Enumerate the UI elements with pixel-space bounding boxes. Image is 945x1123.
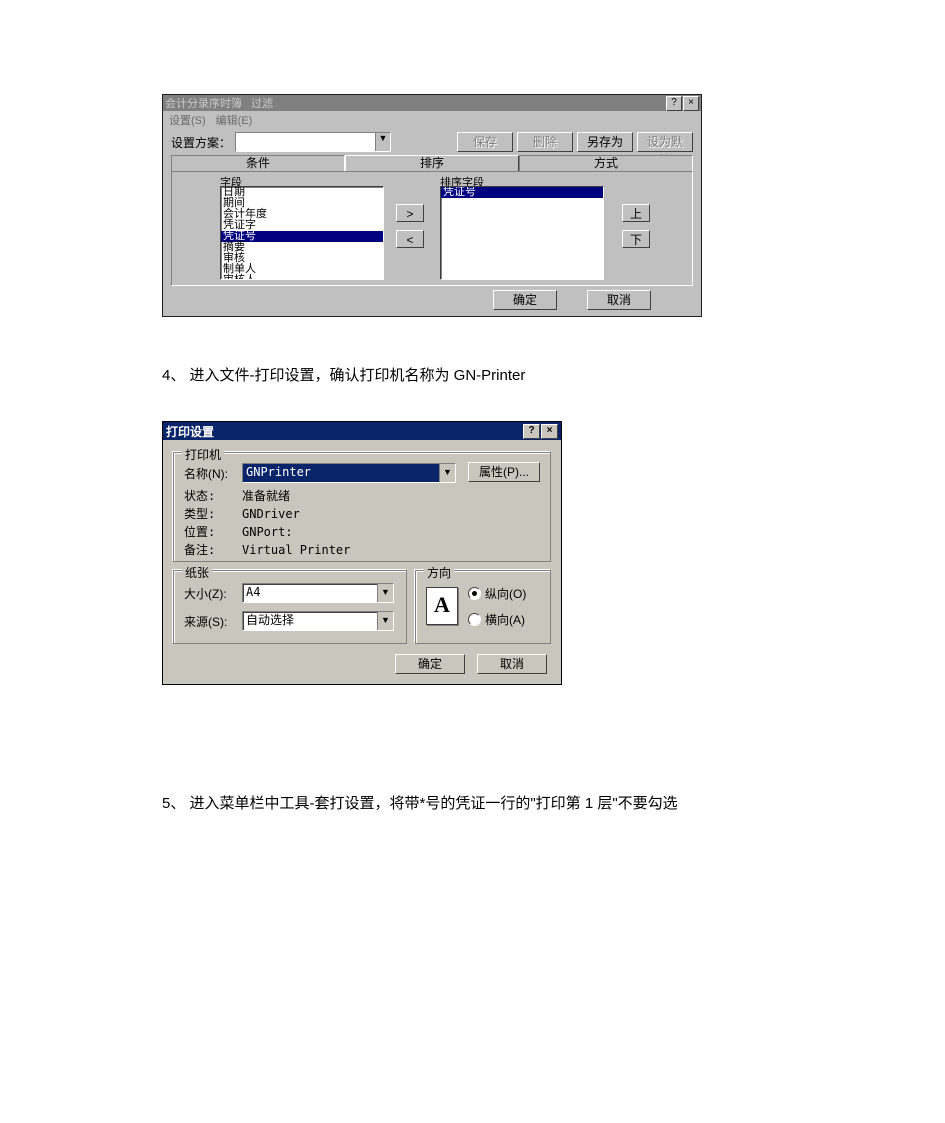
- paper-legend: 纸张: [182, 564, 212, 581]
- where-label: 位置:: [184, 523, 242, 540]
- close-icon[interactable]: ×: [541, 424, 558, 439]
- name-label: 名称(N):: [184, 465, 242, 482]
- comment-label: 备注:: [184, 541, 242, 558]
- help-icon[interactable]: ?: [523, 424, 540, 439]
- filter-dialog-button-row: 确定 取消: [163, 290, 701, 312]
- portrait-radio[interactable]: 纵向(O): [468, 585, 526, 602]
- paper-source-combo[interactable]: 自动选择 ▼: [242, 611, 394, 631]
- scheme-label: 设置方案：: [171, 134, 231, 151]
- move-down-button[interactable]: 下: [622, 230, 650, 248]
- list-item[interactable]: 凭证号: [441, 187, 603, 198]
- ok-button[interactable]: 确定: [493, 290, 557, 310]
- help-icon[interactable]: ?: [666, 96, 682, 111]
- scheme-row: 设置方案： ▼ 保存 删除 另存为 设为默认: [171, 131, 693, 153]
- scheme-combo[interactable]: ▼: [235, 132, 391, 152]
- landscape-radio[interactable]: 横向(A): [468, 611, 525, 628]
- list-item[interactable]: 摘要: [221, 242, 383, 253]
- tab-condition[interactable]: 条件: [171, 155, 345, 171]
- menu-edit[interactable]: 编辑(E): [216, 112, 253, 126]
- list-item[interactable]: 审核人: [221, 275, 383, 280]
- orientation-legend: 方向: [424, 564, 454, 581]
- sort-listbox[interactable]: 凭证号: [440, 186, 604, 280]
- landscape-label: 横向(A): [485, 611, 525, 628]
- list-item[interactable]: 日期: [221, 187, 383, 198]
- menu-settings[interactable]: 设置(S): [169, 112, 206, 126]
- paper-fieldset: 纸张 大小(Z): A4 ▼ 来源(S): 自动选择 ▼: [173, 570, 407, 644]
- saveas-button[interactable]: 另存为: [577, 132, 633, 152]
- comment-value: Virtual Printer: [242, 543, 350, 557]
- filter-dialog: 会计分录序时簿 过滤 ? × 设置(S) 编辑(E) 设置方案： ▼ 保存 删除…: [162, 94, 702, 317]
- tabs: 条件 排序 方式: [171, 155, 693, 171]
- scheme-combo-text: [236, 133, 375, 151]
- type-value: GNDriver: [242, 507, 300, 521]
- status-value: 准备就绪: [242, 487, 290, 504]
- printer-legend: 打印机: [182, 446, 224, 463]
- tab-mode[interactable]: 方式: [519, 155, 693, 171]
- cancel-button[interactable]: 取消: [477, 654, 547, 674]
- move-up-button[interactable]: 上: [622, 204, 650, 222]
- move-left-button[interactable]: <: [396, 230, 424, 248]
- close-icon[interactable]: ×: [683, 96, 699, 111]
- filter-dialog-titlebar[interactable]: 会计分录序时簿 过滤 ? ×: [163, 95, 701, 111]
- properties-button[interactable]: 属性(P)...: [468, 462, 540, 482]
- printer-fieldset: 打印机 名称(N): GNPrinter ▼ 属性(P)... 状态: 准备就绪…: [173, 452, 551, 562]
- radio-icon: [468, 587, 481, 600]
- status-label: 状态:: [184, 487, 242, 504]
- orientation-fieldset: 方向 A 纵向(O) 横向(A): [415, 570, 551, 644]
- delete-button[interactable]: 删除: [517, 132, 573, 152]
- radio-icon: [468, 613, 481, 626]
- sort-pane: 字段 排序字段 日期期间会计年度凭证字凭证号摘要审核制单人审核人过帐凭证所属组参…: [171, 171, 693, 286]
- step-5-text: 5、 进入菜单栏中工具-套打设置，将带*号的凭证一行的"打印第 1 层"不要勾选: [162, 792, 678, 813]
- chevron-down-icon[interactable]: ▼: [377, 584, 393, 602]
- printer-name-value: GNPrinter: [243, 464, 439, 482]
- source-label: 来源(S):: [184, 613, 242, 630]
- save-button[interactable]: 保存: [457, 132, 513, 152]
- list-item[interactable]: 凭证号: [221, 231, 383, 242]
- tab-sort[interactable]: 排序: [345, 155, 519, 171]
- print-settings-dialog: 打印设置 ? × 打印机 名称(N): GNPrinter ▼ 属性(P)...…: [162, 421, 562, 685]
- paper-source-value: 自动选择: [243, 612, 377, 630]
- move-right-button[interactable]: >: [396, 204, 424, 222]
- filter-dialog-menu: 设置(S) 编辑(E): [163, 111, 701, 127]
- orientation-icon: A: [426, 587, 458, 625]
- paper-size-value: A4: [243, 584, 377, 602]
- chevron-down-icon[interactable]: ▼: [377, 612, 393, 630]
- filter-dialog-title: 会计分录序时簿 过滤: [165, 95, 665, 111]
- portrait-label: 纵向(O): [485, 585, 526, 602]
- print-dialog-titlebar[interactable]: 打印设置 ? ×: [163, 422, 561, 440]
- chevron-down-icon[interactable]: ▼: [439, 464, 455, 482]
- print-dialog-title: 打印设置: [166, 423, 522, 440]
- type-label: 类型:: [184, 505, 242, 522]
- printer-name-combo[interactable]: GNPrinter ▼: [242, 463, 456, 483]
- cancel-button[interactable]: 取消: [587, 290, 651, 310]
- size-label: 大小(Z):: [184, 585, 242, 602]
- chevron-down-icon[interactable]: ▼: [375, 133, 390, 151]
- setdefault-button[interactable]: 设为默认: [637, 132, 693, 152]
- step-4-text: 4、 进入文件-打印设置，确认打印机名称为 GN-Printer: [162, 364, 525, 385]
- ok-button[interactable]: 确定: [395, 654, 465, 674]
- fields-listbox[interactable]: 日期期间会计年度凭证字凭证号摘要审核制单人审核人过帐凭证所属组参考信息: [220, 186, 384, 280]
- where-value: GNPort:: [242, 525, 293, 539]
- paper-size-combo[interactable]: A4 ▼: [242, 583, 394, 603]
